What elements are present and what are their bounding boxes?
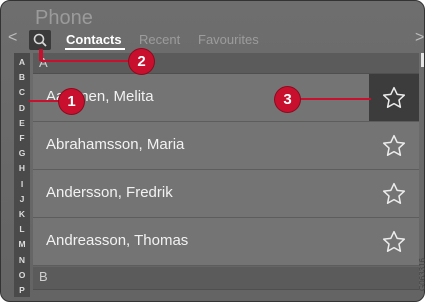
alphabet-letter-o[interactable]: O: [14, 270, 30, 280]
contact-row[interactable]: Abrahamsson, Maria: [33, 122, 419, 170]
nav-left-arrow[interactable]: <: [8, 29, 17, 47]
favourite-star-button[interactable]: [369, 218, 419, 265]
tab-recent[interactable]: Recent: [139, 32, 180, 47]
alphabet-letter-n[interactable]: N: [14, 255, 30, 265]
star-icon: [382, 86, 406, 108]
alphabet-index[interactable]: ABCDEFGHIJKLMNOP: [14, 53, 30, 297]
alphabet-letter-l[interactable]: L: [14, 224, 30, 234]
scrollbar[interactable]: [421, 53, 424, 67]
alphabet-letter-j[interactable]: J: [14, 194, 30, 204]
alphabet-letter-a[interactable]: A: [14, 57, 30, 67]
alphabet-letter-k[interactable]: K: [14, 209, 30, 219]
favourite-star-button[interactable]: [369, 74, 419, 121]
tab-contacts[interactable]: Contacts: [66, 32, 122, 47]
contact-name: Abrahamsson, Maria: [46, 136, 185, 153]
alphabet-letter-p[interactable]: P: [14, 285, 30, 295]
section-header-a: A: [33, 53, 419, 74]
figure-code-text: G063316: [417, 258, 427, 291]
favourite-star-button[interactable]: [369, 170, 419, 217]
callout-1: 1: [59, 89, 84, 114]
favourite-star-button[interactable]: [369, 122, 419, 169]
section-header-b: B: [33, 267, 419, 290]
figure-code: G063316: [418, 252, 438, 304]
alphabet-letter-b[interactable]: B: [14, 72, 30, 82]
callout-2: 2: [129, 49, 154, 74]
contact-name: Andreasson, Thomas: [46, 232, 189, 249]
callout-1-leader: [29, 100, 59, 102]
tab-favourites[interactable]: Favourites: [198, 32, 259, 47]
active-tab-indicator: [65, 48, 125, 50]
star-icon: [382, 134, 406, 156]
search-icon: [33, 33, 47, 47]
callout-2-leader: [41, 60, 129, 62]
alphabet-letter-f[interactable]: F: [14, 133, 30, 143]
section-label: B: [39, 269, 48, 284]
phone-screen: Phone < > Contacts Recent Favourites ABC…: [0, 0, 425, 302]
contact-row[interactable]: Andreasson, Thomas: [33, 218, 419, 266]
alphabet-letter-e[interactable]: E: [14, 118, 30, 128]
app-title: Phone: [35, 7, 93, 29]
callout-3-leader: [299, 98, 371, 100]
nav-right-arrow[interactable]: >: [415, 29, 424, 47]
alphabet-letter-m[interactable]: M: [14, 239, 30, 249]
contact-name: Andersson, Fredrik: [46, 184, 173, 201]
contact-row[interactable]: Andersson, Fredrik: [33, 170, 419, 218]
alphabet-letter-h[interactable]: H: [14, 163, 30, 173]
callout-3: 3: [275, 87, 300, 112]
alphabet-letter-g[interactable]: G: [14, 148, 30, 158]
alphabet-letter-d[interactable]: D: [14, 103, 30, 113]
star-icon: [382, 182, 406, 204]
star-icon: [382, 230, 406, 252]
alphabet-letter-i[interactable]: I: [14, 179, 30, 189]
alphabet-letter-c[interactable]: C: [14, 87, 30, 97]
search-button[interactable]: [29, 30, 51, 50]
